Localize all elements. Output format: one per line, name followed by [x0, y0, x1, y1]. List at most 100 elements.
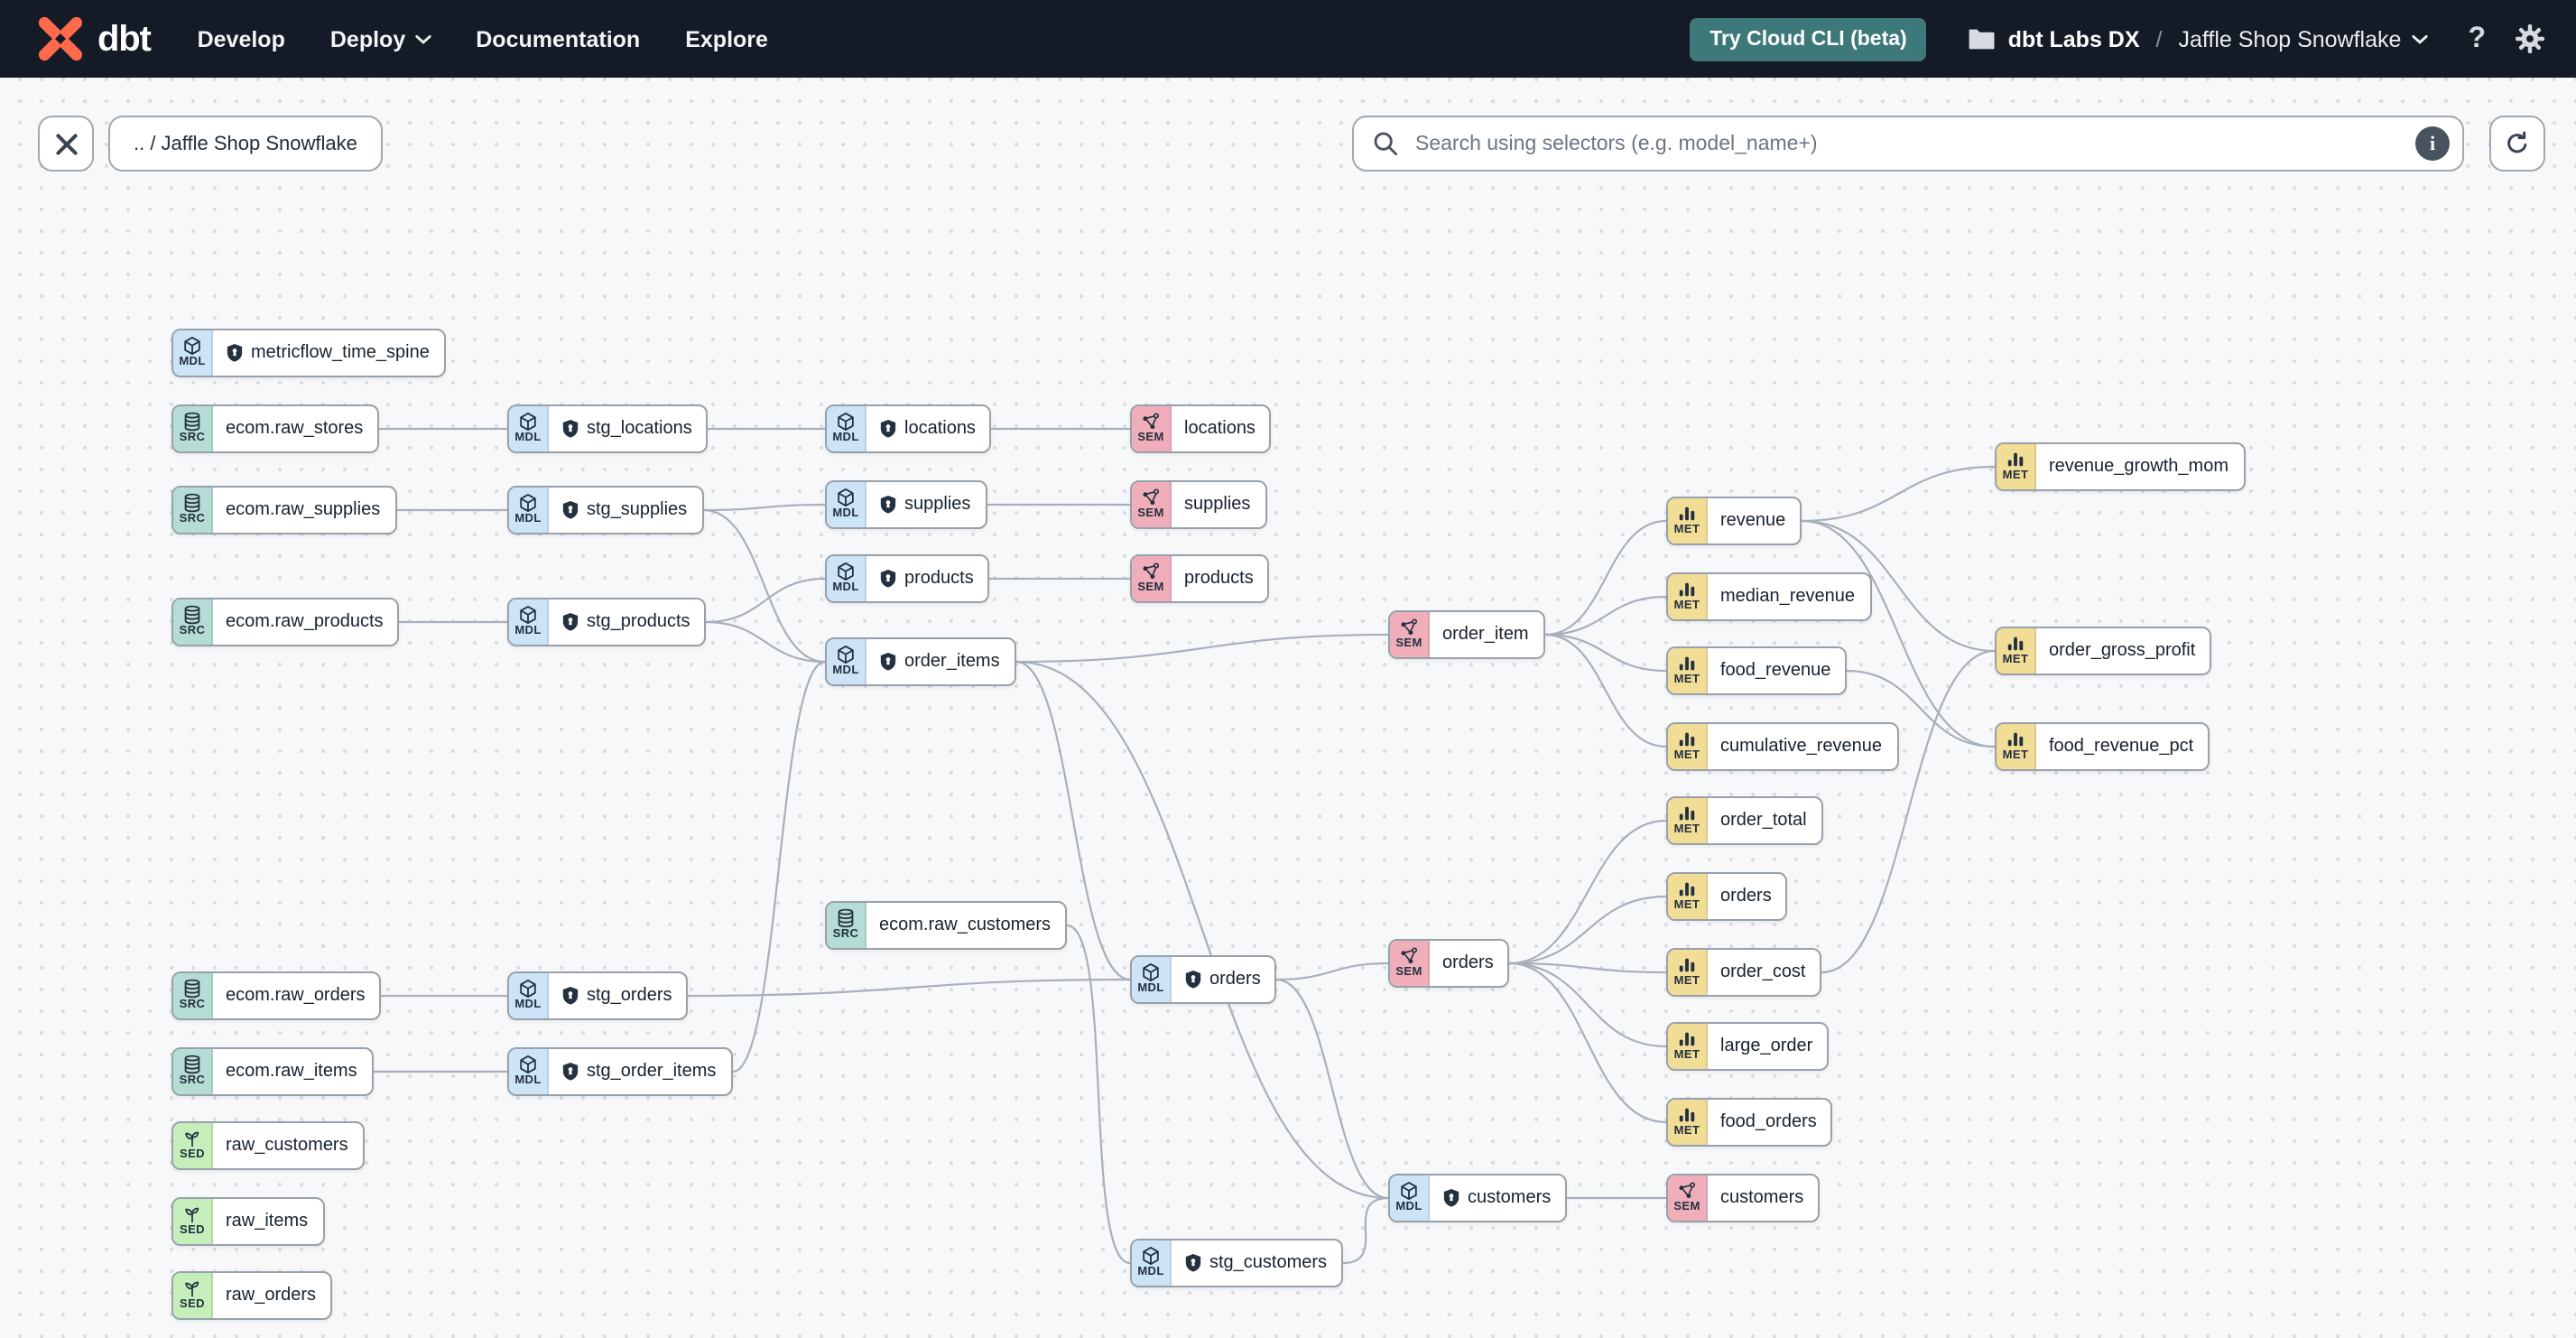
lineage-node-ecom_raw_stores[interactable]: SRC ecom.raw_stores [171, 404, 380, 453]
node-type-badge: MET [1668, 724, 1708, 769]
node-type-badge: SEM [1132, 406, 1172, 451]
lineage-node-metricflow_time_spine[interactable]: MDL metricflow_time_spine [171, 329, 446, 377]
bar-chart-icon [2007, 453, 2024, 467]
node-type-label: MET [2002, 469, 2029, 483]
nav-item-documentation[interactable]: Documentation [476, 26, 640, 51]
node-label: customers [1720, 1188, 1804, 1208]
lineage-node-order_item_sem[interactable]: SEM order_item [1388, 610, 1545, 659]
dbt-logo-icon [38, 16, 83, 61]
node-type-label: SED [180, 1224, 205, 1238]
top-navbar: dbt Develop Deploy Documentation Explore… [0, 0, 2576, 78]
lineage-node-revenue_growth_mom[interactable]: MET revenue_growth_mom [1995, 442, 2245, 491]
lineage-node-cumulative_revenue[interactable]: MET cumulative_revenue [1666, 722, 1898, 771]
lineage-node-order_total[interactable]: MET order_total [1666, 796, 1823, 845]
cube-icon [838, 488, 854, 507]
node-label: stg_locations [587, 419, 692, 439]
cube-icon [1143, 963, 1159, 982]
node-type-badge: MDL [509, 973, 549, 1018]
lineage-node-orders_met[interactable]: MET orders [1666, 872, 1788, 921]
nav-item-deploy[interactable]: Deploy [330, 26, 431, 51]
lineage-node-locations[interactable]: MDL locations [825, 404, 992, 453]
lineage-node-customers_mdl[interactable]: MDL customers [1388, 1174, 1568, 1222]
lineage-node-food_orders[interactable]: MET food_orders [1666, 1098, 1833, 1147]
breadcrumb-separator: / [2155, 26, 2163, 51]
lineage-node-ecom_raw_items[interactable]: SRC ecom.raw_items [171, 1047, 374, 1096]
project-name[interactable]: Jaffle Shop Snowflake [2179, 26, 2429, 51]
lineage-node-median_revenue[interactable]: MET median_revenue [1666, 572, 1871, 621]
lineage-node-order_cost[interactable]: MET order_cost [1666, 948, 1822, 997]
node-type-badge: MDL [509, 1049, 549, 1094]
lineage-node-ecom_raw_products[interactable]: SRC ecom.raw_products [171, 598, 400, 646]
close-icon [55, 133, 77, 154]
try-cloud-cli-button[interactable]: Try Cloud CLI (beta) [1690, 17, 1927, 60]
breadcrumb[interactable]: .. / Jaffle Shop Snowflake [108, 116, 383, 172]
node-body: products [866, 556, 988, 601]
node-body: ecom.raw_supplies [213, 488, 394, 533]
lineage-node-stg_supplies[interactable]: MDL stg_supplies [507, 486, 704, 534]
lineage-node-stg_products[interactable]: MDL stg_products [507, 598, 707, 646]
node-label: supplies [1184, 495, 1251, 515]
bar-chart-icon [1679, 1109, 1695, 1122]
bar-chart-icon [2007, 637, 2024, 651]
lineage-node-stg_order_items[interactable]: MDL stg_order_items [507, 1047, 733, 1096]
database-icon [184, 606, 200, 625]
settings-gear-icon[interactable] [2515, 23, 2545, 54]
lineage-node-revenue[interactable]: MET revenue [1666, 497, 1802, 545]
lineage-node-products_sem[interactable]: SEM products [1130, 554, 1270, 603]
node-type-badge: SRC [173, 488, 213, 533]
info-icon[interactable]: i [2415, 126, 2450, 161]
lineage-node-order_gross_profit[interactable]: MET order_gross_profit [1995, 627, 2212, 675]
node-body: large_order [1708, 1024, 1827, 1069]
lineage-node-stg_customers[interactable]: MDL stg_customers [1130, 1239, 1344, 1287]
node-type-badge: SED [173, 1199, 213, 1244]
search-bar: i [1352, 116, 2464, 172]
lineage-node-locations_sem[interactable]: SEM locations [1130, 404, 1272, 453]
lineage-node-orders_sem[interactable]: SEM orders [1388, 939, 1510, 988]
node-type-badge: MET [1668, 798, 1708, 843]
refresh-button[interactable] [2489, 116, 2545, 172]
node-label: products [1184, 569, 1254, 589]
lineage-node-ecom_raw_orders[interactable]: SRC ecom.raw_orders [171, 971, 382, 1020]
lineage-node-food_revenue_pct[interactable]: MET food_revenue_pct [1995, 722, 2210, 771]
lineage-node-food_revenue[interactable]: MET food_revenue [1666, 646, 1848, 695]
lineage-edge-orders_mdl-customers_mdl [1275, 978, 1389, 1200]
lineage-node-ecom_raw_customers[interactable]: SRC ecom.raw_customers [825, 901, 1068, 950]
lineage-node-orders_mdl[interactable]: MDL orders [1130, 955, 1277, 1004]
node-type-badge: MET [1997, 628, 2036, 674]
lineage-node-raw_orders[interactable]: SED raw_orders [171, 1271, 333, 1320]
lineage-node-stg_locations[interactable]: MDL stg_locations [507, 404, 709, 453]
chevron-down-icon [2412, 33, 2429, 43]
lineage-node-order_items[interactable]: MDL order_items [825, 637, 1016, 686]
lineage-node-supplies_sem[interactable]: SEM supplies [1130, 480, 1267, 529]
lineage-node-supplies[interactable]: MDL supplies [825, 480, 987, 529]
share-network-icon [1143, 413, 1160, 430]
nav-item-explore[interactable]: Explore [685, 26, 768, 51]
lineage-node-customers_sem[interactable]: SEM customers [1666, 1174, 1821, 1222]
lineage-node-stg_orders[interactable]: MDL stg_orders [507, 971, 689, 1020]
lineage-node-raw_items[interactable]: SED raw_items [171, 1197, 325, 1246]
help-icon[interactable]: ? [2468, 23, 2486, 53]
lineage-edge-stg_supplies-supplies [703, 503, 826, 512]
account-project-selector[interactable]: dbt Labs DX / Jaffle Shop Snowflake [1969, 26, 2429, 51]
node-body: orders [1172, 957, 1275, 1002]
lineage-node-raw_customers[interactable]: SED raw_customers [171, 1121, 365, 1170]
lineage-node-products[interactable]: MDL products [825, 554, 990, 603]
node-body: ecom.raw_stores [213, 406, 377, 451]
node-type-label: MDL [514, 625, 542, 638]
search-input[interactable] [1412, 131, 2403, 156]
lineage-node-ecom_raw_supplies[interactable]: SRC ecom.raw_supplies [171, 486, 397, 534]
shield-icon [880, 496, 896, 514]
nav-item-develop[interactable]: Develop [198, 26, 285, 51]
cube-icon [520, 980, 536, 999]
lineage-edge-order_item_sem-cumulative_revenue [1544, 633, 1667, 748]
graph-nodes-layer: MDL metricflow_time_spine SRC ecom.raw_stor… [0, 0, 2576, 1338]
lineage-node-large_order[interactable]: MET large_order [1666, 1022, 1830, 1071]
bar-chart-icon [1679, 583, 1695, 597]
node-type-badge: SEM [1390, 941, 1430, 986]
node-type-badge: MET [1668, 498, 1708, 544]
close-lineage-button[interactable] [38, 116, 94, 172]
dbt-logo[interactable]: dbt [36, 14, 152, 63]
node-label: raw_customers [226, 1136, 348, 1156]
node-type-label: SED [180, 1148, 205, 1162]
shield-icon [1443, 1189, 1459, 1207]
